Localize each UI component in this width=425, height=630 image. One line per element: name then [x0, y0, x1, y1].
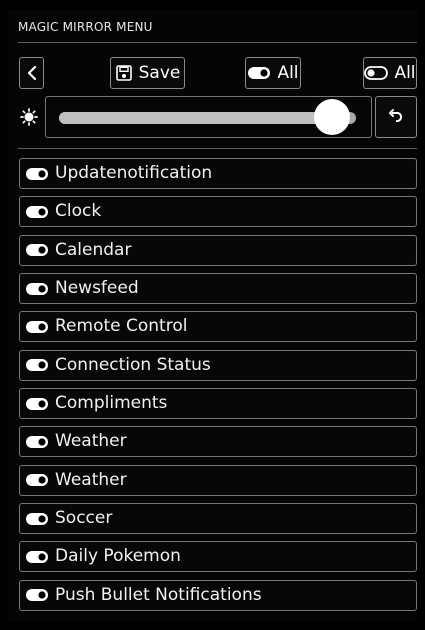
undo-icon [386, 107, 406, 127]
brightness-slider-thumb[interactable] [314, 99, 351, 135]
disable-all-button[interactable]: All [363, 57, 417, 89]
toggle-on-icon [25, 588, 49, 602]
module-row-newsfeed[interactable]: Newsfeed [19, 273, 417, 305]
module-label: Compliments [55, 393, 168, 414]
module-row-connection-status[interactable]: Connection Status [19, 349, 417, 381]
save-button-label: Save [138, 62, 181, 83]
module-list: Updatenotification Clock Calendar Newsfe… [19, 158, 417, 618]
module-label: Updatenotification [55, 163, 213, 183]
toggle-on-icon [25, 512, 49, 526]
toggle-on-icon [25, 397, 49, 411]
back-button[interactable] [19, 57, 44, 89]
module-label: Push Bullet Notifications [55, 584, 262, 605]
header-divider [18, 42, 417, 43]
module-row-weather-2[interactable]: Weather [19, 464, 417, 496]
enable-all-label: All [277, 62, 299, 83]
floppy-save-icon [115, 64, 133, 82]
save-button[interactable]: Save [110, 57, 185, 89]
reset-brightness-button[interactable] [375, 96, 417, 138]
menu-title: MAGIC MIRROR MENU [18, 20, 153, 34]
controls-divider [18, 148, 417, 149]
module-label: Weather [55, 431, 127, 452]
toggle-on-icon [247, 66, 271, 80]
module-label: Weather [55, 469, 127, 490]
toggle-off-icon [364, 66, 389, 80]
module-row-remote-control[interactable]: Remote Control [19, 311, 417, 343]
module-row-daily-pokemon[interactable]: Daily Pokemon [19, 541, 417, 573]
module-row-push-bullet-notifications[interactable]: Push Bullet Notifications [19, 579, 417, 611]
toggle-on-icon [25, 320, 49, 334]
module-row-calendar[interactable]: Calendar [19, 234, 417, 266]
brightness-slider-track[interactable] [59, 112, 356, 124]
disable-all-label: All [394, 62, 416, 83]
brightness-slider-fill [59, 112, 333, 124]
module-label: Clock [55, 201, 102, 222]
toggle-on-icon [25, 205, 49, 219]
module-row-weather-1[interactable]: Weather [19, 426, 417, 458]
brightness-slider[interactable] [45, 96, 372, 138]
module-label: Connection Status [55, 354, 211, 375]
module-label: Newsfeed [55, 278, 139, 299]
toggle-on-icon [25, 243, 49, 257]
toggle-on-icon [25, 550, 49, 564]
chevron-left-icon [27, 65, 37, 81]
module-row-compliments[interactable]: Compliments [19, 388, 417, 420]
toggle-on-icon [25, 473, 49, 487]
module-label: Calendar [55, 239, 132, 260]
toggle-on-icon [25, 358, 49, 372]
module-row-soccer[interactable]: Soccer [19, 503, 417, 535]
toggle-on-icon [25, 282, 49, 296]
toggle-on-icon [25, 167, 49, 181]
module-label: Soccer [55, 508, 113, 529]
toggle-on-icon [25, 435, 49, 449]
module-label: Remote Control [55, 316, 188, 337]
module-row-clock[interactable]: Clock [19, 196, 417, 228]
module-label: Daily Pokemon [55, 546, 181, 567]
menu-panel: MAGIC MIRROR MENU Save All All Updatenot… [8, 10, 417, 621]
module-row-updatenotification[interactable]: Updatenotification [19, 158, 417, 189]
brightness-icon [20, 108, 38, 126]
enable-all-button[interactable]: All [245, 57, 301, 89]
